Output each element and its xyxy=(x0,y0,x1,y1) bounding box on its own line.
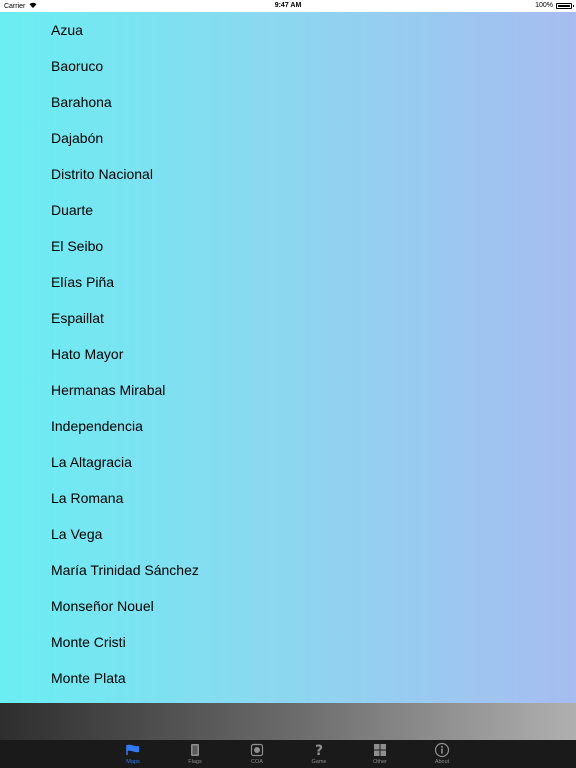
tab-label: Other xyxy=(373,759,387,765)
list-item[interactable]: La Vega xyxy=(51,516,102,552)
info-icon xyxy=(432,741,452,759)
list-item[interactable]: Hermanas Mirabal xyxy=(51,372,165,408)
status-bar: Carrier 9:47 AM 100% xyxy=(0,0,576,12)
status-time: 9:47 AM xyxy=(274,2,302,9)
flag-icon xyxy=(123,741,143,759)
tab-flags[interactable]: Flags xyxy=(165,740,225,768)
list-item[interactable]: Independencia xyxy=(51,408,143,444)
list-item[interactable]: María Trinidad Sánchez xyxy=(51,552,199,588)
status-right: 100% xyxy=(535,2,574,9)
list-item[interactable]: La Romana xyxy=(51,480,123,516)
list-item[interactable]: La Altagracia xyxy=(51,444,132,480)
tab-about[interactable]: About xyxy=(412,740,472,768)
province-list[interactable]: Azua Baoruco Barahona Dajabón Distrito N… xyxy=(0,12,576,703)
tab-coa[interactable]: COA xyxy=(227,740,287,768)
list-item[interactable]: Distrito Nacional xyxy=(51,156,153,192)
tab-maps[interactable]: Maps xyxy=(103,740,163,768)
list-item[interactable]: Espaillat xyxy=(51,300,104,336)
list-item[interactable]: Baoruco xyxy=(51,48,103,84)
question-icon: ? xyxy=(309,741,329,759)
svg-text:?: ? xyxy=(315,743,323,757)
tab-other[interactable]: Other xyxy=(350,740,410,768)
list-item[interactable]: Azua xyxy=(51,12,83,48)
battery-percent: 100% xyxy=(535,2,553,9)
emblem-icon xyxy=(247,741,267,759)
list-item[interactable]: Barahona xyxy=(51,84,112,120)
tab-bar: Maps Flags COA ? Game Other About xyxy=(0,740,576,768)
tab-game[interactable]: ? Game xyxy=(289,740,349,768)
list-item[interactable]: Monte Cristi xyxy=(51,624,126,660)
tab-label: Maps xyxy=(126,759,140,765)
tab-label: Flags xyxy=(188,759,202,765)
list-item[interactable]: Dajabón xyxy=(51,120,103,156)
list-item[interactable]: Hato Mayor xyxy=(51,336,123,372)
list-item[interactable]: Monseñor Nouel xyxy=(51,588,154,624)
list-item[interactable]: Elías Piña xyxy=(51,264,114,300)
list-item[interactable]: El Seibo xyxy=(51,228,103,264)
tab-label: About xyxy=(434,759,450,765)
gradient-banner xyxy=(0,703,576,740)
book-icon xyxy=(185,741,205,759)
tab-label: COA xyxy=(251,759,263,765)
tab-label: Game xyxy=(311,759,327,765)
list-item[interactable]: Duarte xyxy=(51,192,93,228)
list-item[interactable]: Monte Plata xyxy=(51,660,126,696)
battery-icon xyxy=(556,2,574,9)
grid-icon xyxy=(370,741,390,759)
